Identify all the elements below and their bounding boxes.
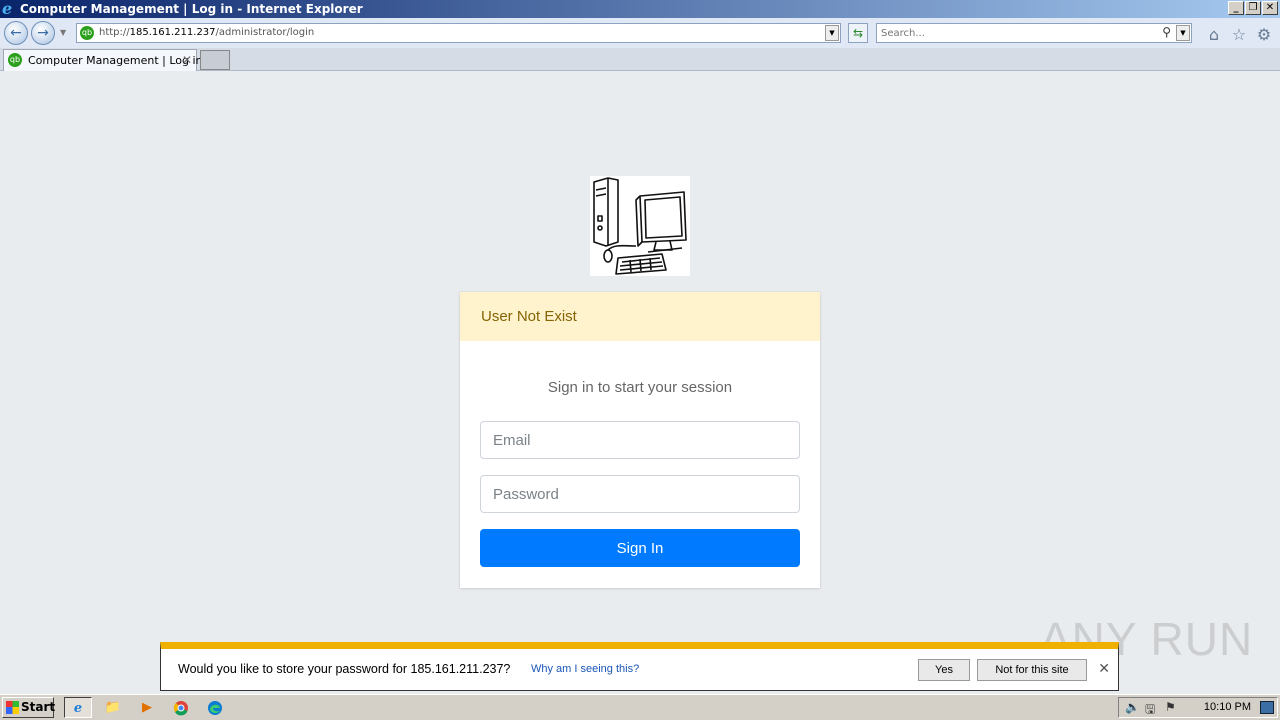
login-card: User Not Exist Sign in to start your ses… (460, 292, 820, 588)
search-dropdown-icon[interactable]: ▼ (1176, 25, 1190, 41)
history-dropdown-icon[interactable]: ▼ (60, 28, 66, 37)
address-bar[interactable]: qb http://185.161.211.237/administrator/… (76, 23, 841, 43)
address-dropdown-icon[interactable]: ▼ (825, 25, 839, 41)
tab-close-icon[interactable]: ✕ (182, 53, 192, 67)
save-password-yes-button[interactable]: Yes (918, 659, 970, 681)
computer-logo-image (590, 176, 690, 276)
settings-gear-icon[interactable]: ⚙ (1255, 26, 1273, 44)
computer-illustration-icon (593, 177, 687, 275)
tab-label: Computer Management | Log in (28, 54, 203, 67)
sign-in-button[interactable]: Sign In (480, 529, 800, 567)
edge-icon[interactable] (201, 697, 229, 718)
search-input[interactable] (881, 26, 1151, 40)
forward-button[interactable]: → (31, 21, 55, 45)
system-tray: 🔈 🖫 ⚑ 10:10 PM (1118, 697, 1278, 718)
tab-favicon-icon: qb (8, 53, 22, 67)
action-center-flag-icon[interactable]: ⚑ (1165, 700, 1176, 714)
start-label: Start (21, 700, 56, 714)
save-password-question: Would you like to store your password fo… (178, 662, 511, 676)
navigation-bar: ← → ▼ qb http://185.161.211.237/administ… (0, 18, 1280, 48)
tab-computer-management[interactable]: qb Computer Management | Log in ✕ (3, 49, 203, 71)
password-field[interactable] (480, 475, 800, 513)
window-title: Computer Management | Log in - Internet … (20, 2, 363, 16)
save-password-notification: Would you like to store your password fo… (160, 642, 1119, 691)
login-message: Sign in to start your session (547, 379, 733, 396)
close-window-button[interactable]: ✕ (1262, 1, 1278, 15)
search-icon[interactable]: ⚲ (1162, 25, 1171, 39)
address-url[interactable]: http://185.161.211.237/administrator/log… (99, 27, 314, 38)
back-button[interactable]: ← (4, 21, 28, 45)
ie-icon[interactable]: e (64, 697, 92, 718)
maximize-button[interactable]: ❐ (1245, 1, 1261, 15)
why-seeing-this-link[interactable]: Why am I seeing this? (531, 663, 639, 675)
refresh-button[interactable]: ⇆ (848, 23, 868, 43)
chrome-icon[interactable] (167, 697, 195, 718)
minimize-button[interactable]: _ (1228, 1, 1244, 15)
folder-icon[interactable]: 📁 (99, 697, 127, 718)
tab-bar: qb Computer Management | Log in ✕ (0, 48, 1280, 71)
favorites-star-icon[interactable]: ☆ (1230, 26, 1248, 44)
site-favicon-icon: qb (80, 26, 94, 40)
not-for-this-site-button[interactable]: Not for this site (977, 659, 1087, 681)
taskbar: Start e 📁 ▶ 🔈 🖫 ⚑ 10:10 PM (0, 694, 1280, 720)
media-player-icon[interactable]: ▶ (133, 697, 161, 718)
windows-flag-icon (6, 701, 19, 714)
search-box[interactable]: ⚲ ▼ (876, 23, 1192, 43)
clock[interactable]: 10:10 PM (1204, 701, 1251, 713)
show-desktop-icon[interactable] (1260, 701, 1274, 714)
network-icon[interactable]: 🖫 (1145, 700, 1155, 720)
new-tab-button[interactable] (200, 50, 230, 70)
home-icon[interactable]: ⌂ (1205, 26, 1223, 44)
ie-logo-icon: e (2, 0, 13, 18)
close-notification-icon[interactable]: ✕ (1098, 661, 1110, 677)
window-titlebar: e Computer Management | Log in - Interne… (0, 0, 1280, 18)
volume-icon[interactable]: 🔈 (1125, 700, 1140, 714)
alert-user-not-exist: User Not Exist (460, 292, 820, 341)
start-button[interactable]: Start (2, 697, 56, 718)
email-field[interactable] (480, 421, 800, 459)
